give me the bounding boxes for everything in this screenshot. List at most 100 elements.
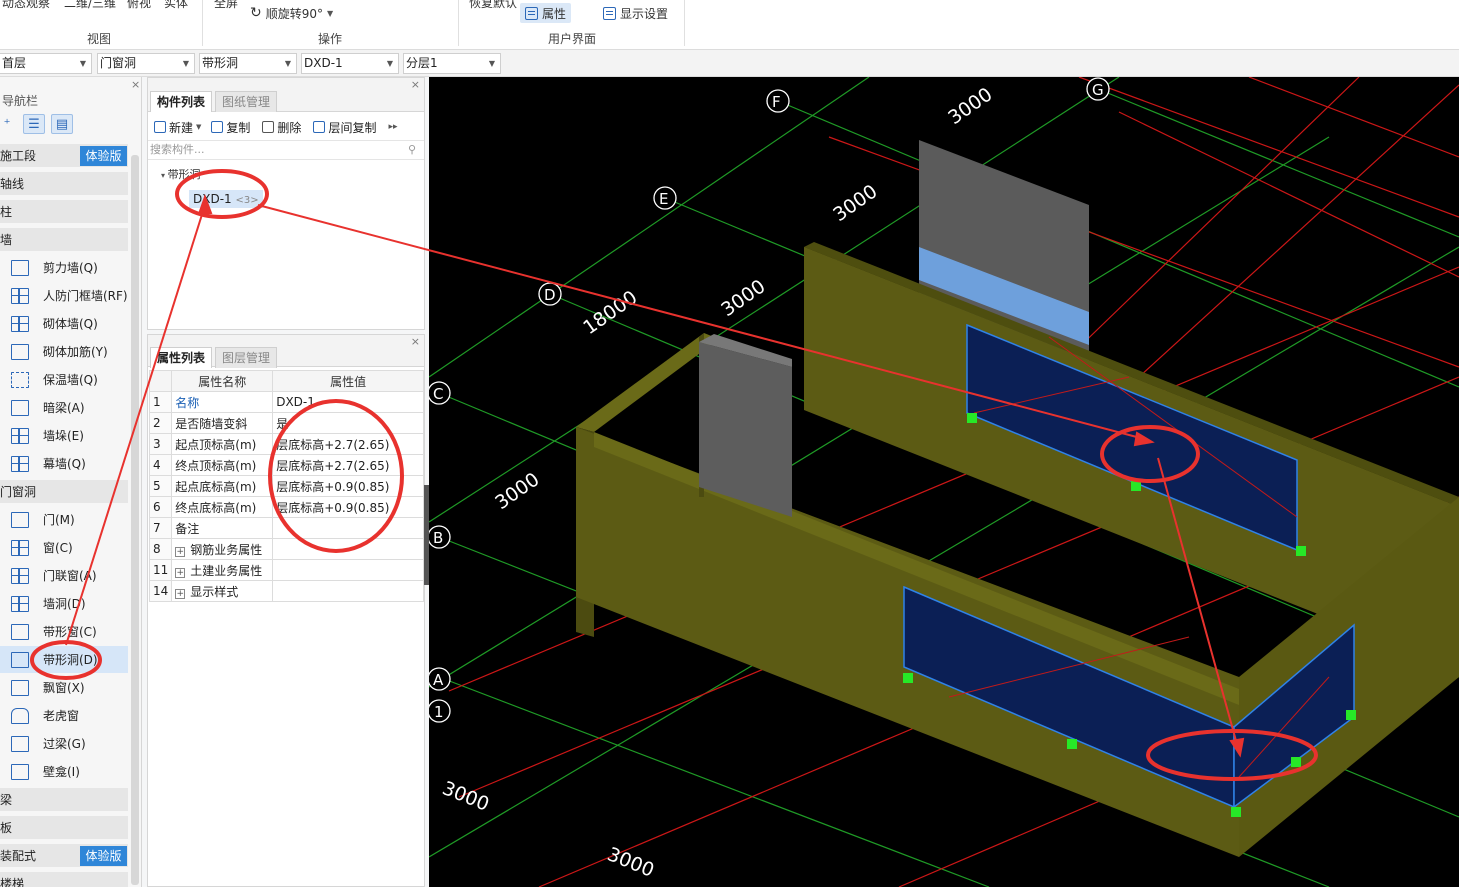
new-button[interactable]: 新建 ▼ [154,119,201,136]
properties-panel: × 属性列表 图层管理 属性名称 属性值 1 名称 DXD-1 2 是否随墙变斜是 3… [147,334,425,887]
shear-wall-icon [11,259,29,276]
nav-item-masonry-wall[interactable]: 砌体墙(Q) [0,310,128,337]
2d-3d-button[interactable]: 二维/三维 [64,0,116,11]
search-input[interactable]: 搜索构件... ⚲ [148,140,424,160]
axis-label: E [659,190,668,208]
list-view-icon[interactable]: ☰ [23,114,45,134]
nav-item-civil-defense-wall[interactable]: 人防门框墙(RF) [0,282,128,309]
property-table: 属性名称 属性值 1 名称 DXD-1 2 是否随墙变斜是 3 起点顶标高(m) 层底标高… [148,370,424,602]
dynamic-observe-button[interactable]: 动态观察 [2,0,50,11]
axis-label: A [433,671,444,689]
nav-item-strip-window[interactable]: 带形窗(C) [0,618,128,645]
tab-layer-management[interactable]: 图层管理 [215,347,278,368]
property-name: 起点底标高(m) [171,475,274,497]
nav-cat-beam[interactable]: 梁 [0,788,128,812]
property-value[interactable]: 是 [272,412,424,434]
component-select[interactable]: DXD-1 ▼ [301,53,399,74]
nav-item-masonry-rebar[interactable]: 砌体加筋(Y) [0,338,128,365]
property-value[interactable] [272,517,424,539]
instance-count: <3> [235,195,259,206]
property-group[interactable]: + 钢筋业务属性 [171,538,274,560]
ribbon-separator [684,0,685,46]
tab-property-list[interactable]: 属性列表 [150,347,213,368]
table-header-row: 属性名称 属性值 [148,370,424,392]
nav-scrollbar[interactable] [131,155,139,885]
fullscreen-button[interactable]: 全屏 [214,0,238,11]
delete-icon [262,121,275,133]
new-icon [154,121,166,133]
property-value[interactable]: 层底标高+0.9(0.85) [272,475,424,497]
property-name: 是否随墙变斜 [171,412,274,434]
ribbon-separator [202,0,203,46]
floor-select[interactable]: 首层 ▼ [0,53,92,74]
property-value[interactable]: DXD-1 [272,391,424,413]
more-icon[interactable]: ▸▸ [388,122,397,132]
add-icon[interactable]: ⁺ [0,114,18,134]
tree-node-strip-opening[interactable]: ▾ 带形洞 [161,166,201,182]
nav-item-dormer-window[interactable]: 老虎窗 [0,702,128,729]
component-list-panel: × 构件列表 图纸管理 新建 ▼ 复制 删除 层间复制 ▸▸ 搜索构件... ⚲ … [147,77,425,330]
nav-item-hidden-beam[interactable]: 暗梁(A) [0,394,128,421]
nav-cat-construction-section[interactable]: 施工段 体验版 [0,144,128,168]
restore-default-button[interactable]: 恢复默认 [469,0,517,11]
nav-item-wall-pier[interactable]: 墙垛(E) [0,422,128,449]
properties-tabbar: × 属性列表 图层管理 [148,335,424,368]
left-column [699,342,792,517]
tree-node-dxd-1[interactable]: DXD-1 <3> [189,190,263,208]
layer-select[interactable]: 分层1 ▼ [403,53,501,74]
rotate-90-button[interactable]: ↻ 顺旋转90° ▼ [250,3,333,23]
nav-item-niche[interactable]: 壁龛(I) [0,758,128,785]
nav-item-door[interactable]: 门(M) [0,506,128,533]
property-group[interactable]: + 土建业务属性 [171,559,274,581]
floor-copy-button[interactable]: 层间复制 [313,119,376,136]
nav-item-curtain-wall[interactable]: 幕墙(Q) [0,450,128,477]
property-value[interactable]: 层底标高+0.9(0.85) [272,496,424,518]
close-icon[interactable]: × [411,78,420,91]
nav-cat-slab[interactable]: 板 [0,816,128,840]
nav-item-shear-wall[interactable]: 剪力墙(Q) [0,254,128,281]
header-property-value: 属性值 [272,370,424,392]
nav-item-wall-opening[interactable]: 墙洞(D) [0,590,128,617]
window-icon [11,539,29,556]
detail-view-icon[interactable]: ▤ [51,114,73,134]
nav-item-strip-opening[interactable]: 带形洞(D) [0,646,128,673]
3d-viewport[interactable]: F G E D C B A 1 3000 3000 3000 18000 300… [429,77,1459,887]
nav-item-insulation-wall[interactable]: 保温墙(Q) [0,366,128,393]
solid-button[interactable]: 实体 [164,0,188,11]
nav-cat-column[interactable]: 柱 [0,200,128,224]
nav-cat-axis[interactable]: 轴线 [0,172,128,196]
nav-item-bay-window[interactable]: 飘窗(X) [0,674,128,701]
properties-label: 属性 [542,6,567,21]
property-value[interactable]: 层底标高+2.7(2.65) [272,433,424,455]
property-group[interactable]: + 显示样式 [171,580,274,602]
nav-cat-door-window-opening[interactable]: 门窗洞 [0,480,128,504]
table-row: 7 备注 [148,517,424,539]
nav-cat-wall[interactable]: 墙 [0,228,128,252]
nav-item-lintel[interactable]: 过梁(G) [0,730,128,757]
category-select[interactable]: 门窗洞 ▼ [97,53,195,74]
copy-button[interactable]: 复制 [211,119,250,136]
tab-component-list[interactable]: 构件列表 [150,91,213,112]
display-settings-button[interactable]: 显示设置 [603,3,668,23]
axis-label: G [1092,81,1104,99]
nav-item-door-window[interactable]: 门联窗(A) [0,562,128,589]
table-row: 5 起点底标高(m) 层底标高+0.9(0.85) [148,475,424,497]
nav-cat-stair[interactable]: 楼梯 [0,872,128,887]
chevron-down-icon: ▼ [182,59,189,68]
tab-drawing-management[interactable]: 图纸管理 [215,91,278,112]
close-icon[interactable]: × [131,78,140,91]
delete-button[interactable]: 删除 [262,119,301,136]
properties-toggle-button[interactable]: 属性 [520,3,572,23]
nav-cat-prefab[interactable]: 装配式 体验版 [0,844,128,868]
niche-icon [11,763,29,780]
dimension-label: 3000 [604,843,657,882]
nav-item-window[interactable]: 窗(C) [0,534,128,561]
model-canvas[interactable]: F G E D C B A 1 3000 3000 3000 18000 300… [429,77,1459,887]
close-icon[interactable]: × [411,335,420,348]
group-operate-label: 操作 [318,32,343,46]
top-view-button[interactable]: 俯视 [127,0,151,11]
property-value[interactable]: 层底标高+2.7(2.65) [272,454,424,476]
properties-icon [525,6,538,20]
chevron-down-icon: ▼ [196,123,202,131]
type-select[interactable]: 带形洞 ▼ [199,53,297,74]
